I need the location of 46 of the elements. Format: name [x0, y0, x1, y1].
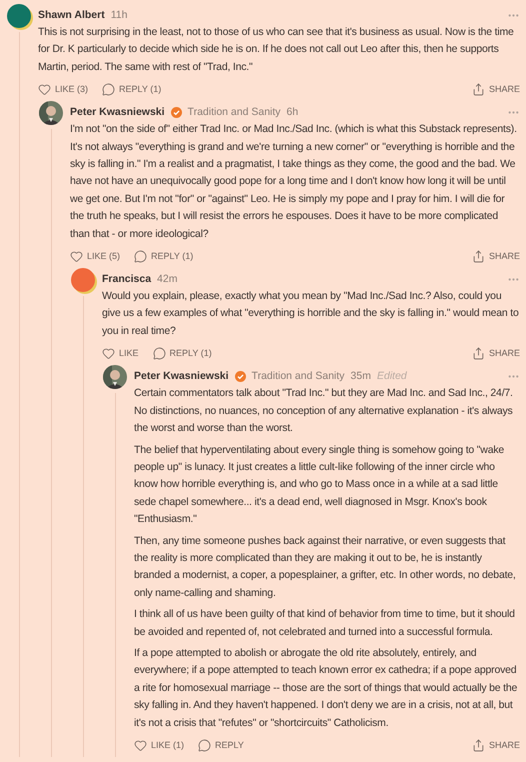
comment-text: If a pope attempted to abolish or abrogate the old rite absolutely, entirely, and everywhere; if a pope attempted to teach known error ex cathedra; if a pope approved a rite for homosexual marriage -- those are the sort of things that would actually be the sky falling in. And they haven't happened. I don't deny we are in a crisis, not at all, but it's not a crisis that "refutes" or "shortcircuits" Catholicism.: [134, 646, 518, 731]
author-name[interactable]: Peter Kwasniewski: [70, 106, 165, 118]
reply-button[interactable]: REPLY (1): [152, 346, 212, 360]
share-icon: [472, 250, 485, 263]
comment-text: I think all of us have been guilty of that kind of behavior from time to time, but it should be avoided and repented of, not celebrated and turned into a successful formula.: [134, 607, 516, 640]
publication-name[interactable]: Tradition and Sanity: [188, 106, 281, 118]
speech-bubble-icon: [134, 250, 148, 263]
reply-button[interactable]: REPLY: [198, 738, 244, 752]
share-button[interactable]: SHARE: [472, 738, 520, 752]
heart-icon: [134, 738, 147, 752]
share-button[interactable]: SHARE: [472, 346, 520, 360]
publication-name[interactable]: Tradition and Sanity: [252, 370, 345, 382]
edited-label: Edited: [376, 370, 407, 382]
share-icon: [472, 738, 485, 752]
heart-icon: [38, 82, 51, 96]
comment-text: Then, any time someone pushes back against their narrative, or even suggests that the reality is more complicated than they are making it out to be, he is instantly branded a modernist, a coper, a popesplainer, a grifter, etc. In other words, no debate, only name-calling and shaming.: [134, 534, 517, 601]
timestamp[interactable]: 6h: [286, 106, 298, 118]
comment-text: I'm not "on the side of" either Trad Inc. or Mad Inc./Sad Inc. (which is what this Substack represents). It's not always "everything is grand and we're turning a new corner" or "everything is horrible and the sky is falling in." I'm a realist and a pragmatist, I take things as they come, the good and the bad. We have not have an unequivocally good pope for a long time and I don't know how long it will be until we get one. But I'm not "for" or "against" Leo. He is simply my pope and I pray for him. I will die for the truth he speaks, but I will resist the errors he espouses. Does it have to be more complicated than that - or more ideological?: [70, 122, 518, 242]
like-button[interactable]: LIKE (5): [70, 250, 120, 263]
speech-bubble-icon: [198, 738, 212, 752]
timestamp[interactable]: 11h: [110, 9, 128, 21]
author-name[interactable]: Francisca: [102, 273, 152, 286]
timestamp[interactable]: 42m: [157, 273, 178, 286]
like-button[interactable]: LIKE (3): [38, 82, 88, 96]
reply-button[interactable]: REPLY (1): [102, 82, 162, 96]
share-button[interactable]: SHARE: [472, 250, 520, 263]
speech-bubble-icon: [102, 82, 116, 96]
share-icon: [472, 346, 485, 360]
comment-text: Would you explain, please, exactly what you mean by ''Mad Inc./Sad Inc.? Also, could you give us a few examples of what "everything is horrible and the sky is falling in." would mean to you in real time?: [102, 289, 520, 339]
avatar[interactable]: [7, 4, 31, 28]
speech-bubble-icon: [152, 346, 166, 360]
comment-text: Certain commentators talk about "Trad Inc." but they are Mad Inc. and Sad Inc., 24/7. No distinctions, no nuances, no conception of any alternative explanation - it's always the worst and worse than the worst.: [134, 386, 514, 436]
like-button[interactable]: LIKE: [102, 346, 139, 360]
timestamp[interactable]: 35m: [350, 370, 371, 382]
author-name[interactable]: Peter Kwasniewski: [134, 370, 229, 382]
avatar[interactable]: [103, 365, 127, 390]
avatar[interactable]: [39, 101, 63, 126]
comment-text: The belief that hyperventilating about every single thing is somehow going to "wake people up" is lunacy. It just creates a little cult-like following of the inner circle who know how horrible everything is, and who go to Mass once in a while at a sad little sede chapel somewhere... it's a dead end, well diagnosed in Msgr. Knox's book "Enthusiasm.": [134, 442, 506, 528]
comment-text: This is not surprising in the least, not to those of us who can see that it's business as usual. Now is the time for Dr. K particularly to decide which side he is on. If he does not call out Leo after this, then he supports Martin, period. The same with rest of "Trad, Inc.": [38, 25, 515, 75]
heart-icon: [70, 250, 83, 263]
author-name[interactable]: Shawn Albert: [38, 9, 105, 21]
heart-icon: [102, 346, 115, 360]
reply-button[interactable]: REPLY (1): [134, 250, 194, 263]
share-icon: [472, 82, 485, 96]
like-button[interactable]: LIKE (1): [134, 738, 184, 752]
share-button[interactable]: SHARE: [472, 82, 520, 96]
